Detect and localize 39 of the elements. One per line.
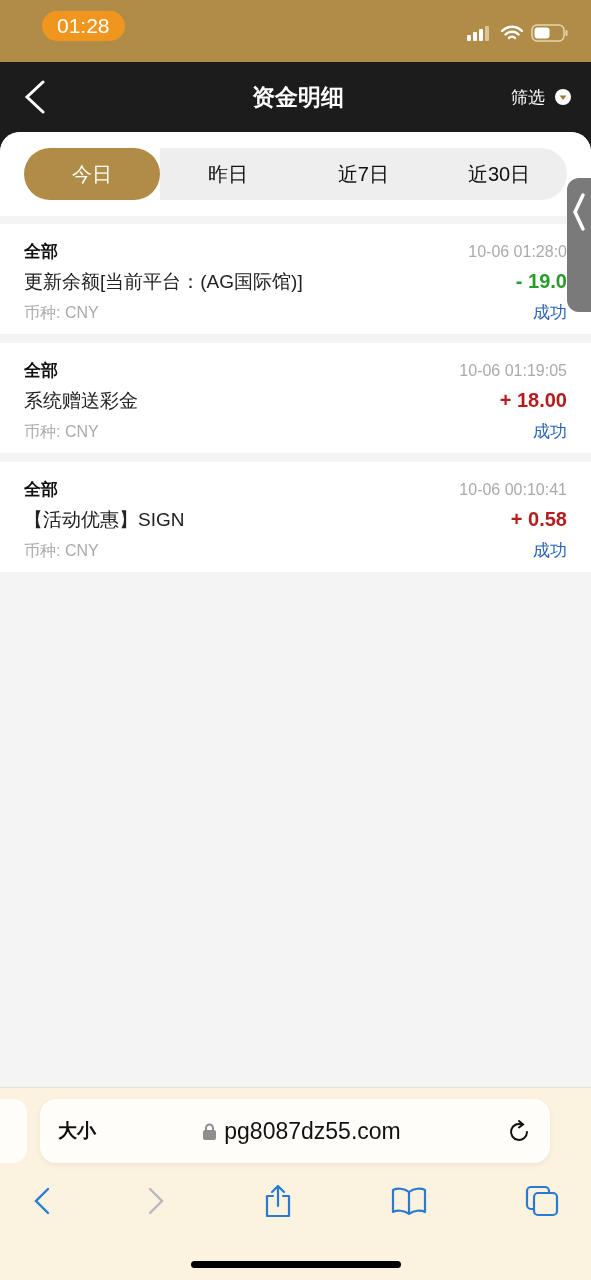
tabs-icon[interactable] bbox=[525, 1185, 559, 1217]
record-status: 成功 bbox=[533, 540, 567, 562]
record-description: 【活动优惠】SIGN bbox=[24, 508, 185, 532]
record-card[interactable]: 全部 10-06 00:10:41 【活动优惠】SIGN + 0.58 币种: CNY 成功 bbox=[0, 462, 591, 572]
record-card[interactable]: 全部 10-06 01:28:0 更新余额[当前平台：(AG国际馆)] - 19.0 币种: CNY 成功 bbox=[0, 224, 591, 334]
reload-icon[interactable] bbox=[508, 1119, 530, 1143]
record-amount: - 19.0 bbox=[515, 270, 567, 293]
record-status: 成功 bbox=[533, 302, 567, 324]
record-time: 10-06 01:19:05 bbox=[459, 362, 567, 380]
record-status: 成功 bbox=[533, 421, 567, 443]
filter-button[interactable]: 筛选 bbox=[511, 85, 571, 109]
period-tab[interactable]: 近7日 bbox=[295, 148, 432, 200]
url-text: pg8087dz55.com bbox=[224, 1117, 401, 1145]
record-type: 全部 bbox=[24, 241, 58, 263]
book-icon[interactable] bbox=[390, 1187, 427, 1215]
battery-icon bbox=[531, 24, 569, 42]
period-tab[interactable]: 昨日 bbox=[159, 148, 296, 200]
record-type: 全部 bbox=[24, 360, 58, 382]
status-time: 01:28 bbox=[42, 11, 125, 41]
record-currency: 币种: CNY bbox=[24, 541, 99, 561]
record-time: 10-06 00:10:41 bbox=[459, 481, 567, 499]
period-tab[interactable]: 近30日 bbox=[431, 148, 567, 200]
address-bar[interactable]: 大小 pg8087dz55.com bbox=[40, 1099, 550, 1163]
record-amount: + 18.00 bbox=[499, 389, 567, 412]
record-type: 全部 bbox=[24, 479, 58, 501]
caret-icon bbox=[555, 89, 571, 105]
record-description: 系统赠送彩金 bbox=[24, 389, 138, 413]
text-size-button[interactable]: 大小 bbox=[58, 1118, 96, 1144]
record-description: 更新余额[当前平台：(AG国际馆)] bbox=[24, 270, 303, 294]
record-currency: 币种: CNY bbox=[24, 422, 99, 442]
record-card[interactable]: 全部 10-06 01:19:05 系统赠送彩金 + 18.00 币种: CNY 成功 bbox=[0, 343, 591, 453]
page-title: 资金明细 bbox=[251, 82, 344, 112]
record-currency: 币种: CNY bbox=[24, 303, 99, 323]
record-time: 10-06 01:28:0 bbox=[468, 243, 567, 261]
record-amount: + 0.58 bbox=[510, 508, 567, 531]
side-drawer-handle[interactable] bbox=[567, 178, 591, 312]
lock-icon bbox=[203, 1122, 217, 1140]
wifi-icon bbox=[501, 25, 523, 41]
chevron-left-icon bbox=[572, 192, 586, 232]
